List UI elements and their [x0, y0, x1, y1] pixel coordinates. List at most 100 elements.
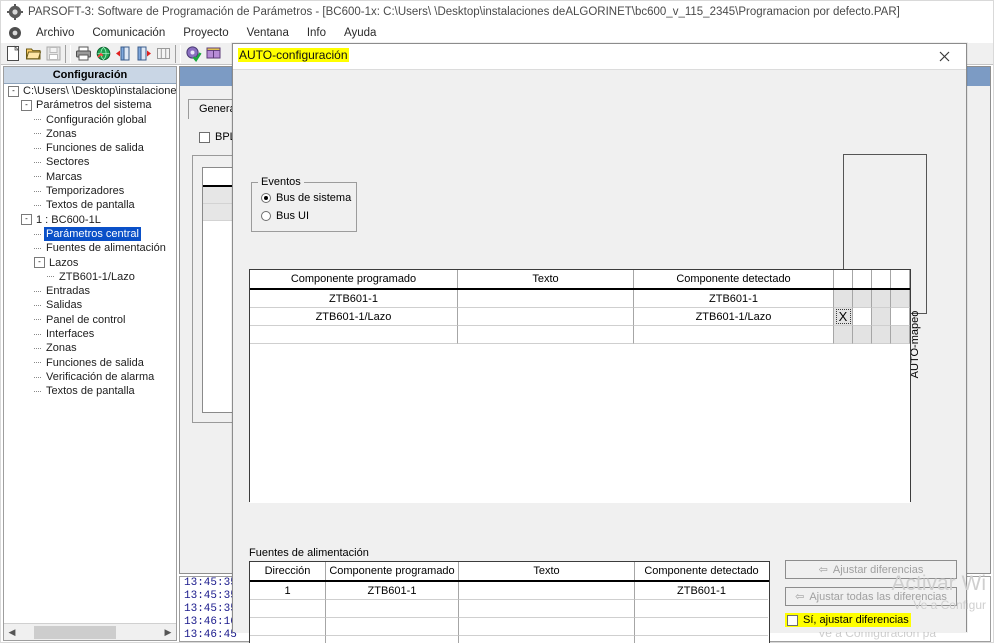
tree-item-21[interactable]: Textos de pantalla — [4, 384, 176, 398]
scroll-right-icon[interactable]: ▶ — [160, 625, 176, 640]
radio-bus-ui-indicator[interactable] — [261, 211, 271, 221]
tree-expander-icon[interactable]: - — [21, 99, 32, 111]
tree-item-13[interactable]: ZTB601-1/Lazo — [4, 270, 176, 284]
app-gear-icon — [7, 4, 23, 20]
tree-horizontal-scrollbar[interactable]: ◀ ▶ — [4, 623, 176, 640]
checkbox-cell-4[interactable] — [891, 326, 910, 344]
window-title: PARSOFT-3: Software de Programación de P… — [28, 6, 900, 18]
document-gear-icon — [9, 27, 21, 39]
cell-texto[interactable] — [458, 290, 634, 308]
fuentes-header-row: Dirección Componente programado Texto Co… — [250, 562, 769, 582]
cell-texto[interactable] — [458, 308, 634, 326]
col-fuentes-texto: Texto — [459, 562, 635, 580]
checkbox-cell-2[interactable] — [853, 308, 872, 326]
menu-proyecto[interactable]: Proyecto — [174, 25, 237, 41]
cell-programado[interactable]: ZTB601-1 — [250, 290, 458, 308]
tree-expander-icon[interactable]: - — [8, 85, 19, 97]
tree-item-17[interactable]: Interfaces — [4, 327, 176, 341]
menu-comunicacion[interactable]: Comunicación — [83, 25, 174, 41]
radio-bus-de-sistema[interactable]: Bus de sistema — [261, 192, 351, 204]
cell-texto[interactable] — [458, 326, 634, 344]
radio-bus-de-sistema-indicator[interactable] — [261, 193, 271, 203]
menu-ventana[interactable]: Ventana — [238, 25, 298, 41]
new-file-icon[interactable] — [3, 44, 23, 64]
columns-icon[interactable] — [153, 44, 173, 64]
components-grid[interactable]: Componente programado Texto Componente d… — [249, 269, 911, 503]
table-row[interactable]: ZTB601-1 ZTB601-1 — [250, 290, 910, 308]
cell-programado[interactable]: ZTB601-1/Lazo — [250, 308, 458, 326]
cell-programado[interactable]: ZTB601-1 — [326, 582, 459, 600]
table-row[interactable]: 1 ZTB601-1 ZTB601-1 — [250, 582, 769, 600]
adjust-all-differences-button[interactable]: ⇦ Ajustar todas las diferencias — [785, 587, 957, 606]
tree-item-19[interactable]: Funciones de salida — [4, 356, 176, 370]
tree-item-10[interactable]: Parámetros central — [4, 226, 176, 242]
menu-archivo[interactable]: Archivo — [27, 25, 83, 41]
checkbox-x-icon[interactable]: X — [835, 309, 851, 324]
checkbox-cell-3[interactable] — [872, 290, 891, 308]
checkbox-cell-3[interactable] — [872, 326, 891, 344]
adjust-differences-button[interactable]: ⇦ Ajustar diferencias — [785, 560, 957, 579]
checkbox-cell-3[interactable] — [872, 308, 891, 326]
tree-items-container[interactable]: - C:\Users\ \Desktop\instalacione - Parámet… — [4, 84, 176, 622]
components-grid-rows: ZTB601-1 ZTB601-1 ZTB601-1/Lazo ZTB601-1/La… — [250, 290, 910, 344]
save-icon[interactable] — [43, 44, 63, 64]
tree-expander-icon[interactable]: - — [21, 214, 32, 226]
bpl-checkbox[interactable] — [199, 131, 210, 143]
tree-item-8[interactable]: Textos de pantalla — [4, 198, 176, 212]
cell-direccion[interactable]: 1 — [250, 582, 326, 600]
cell-detectado[interactable] — [634, 326, 834, 344]
close-icon[interactable] — [922, 44, 966, 68]
tree-item-5[interactable]: Sectores — [4, 155, 176, 169]
tree-item-1[interactable]: - Parámetros del sistema — [4, 98, 176, 112]
open-folder-icon[interactable] — [23, 44, 43, 64]
checkbox-cell-1[interactable] — [834, 290, 853, 308]
checkbox-cell-1[interactable]: X — [834, 308, 853, 326]
tree-item-4[interactable]: Funciones de salida — [4, 141, 176, 155]
cell-detectado[interactable]: ZTB601-1 — [634, 290, 834, 308]
menu-info[interactable]: Info — [298, 25, 335, 41]
checkbox-cell-2[interactable] — [853, 290, 872, 308]
checkbox-cell-4[interactable] — [891, 308, 910, 326]
tree-item-20[interactable]: Verificación de alarma — [4, 370, 176, 384]
dialog-title: AUTO-configuración — [238, 48, 349, 62]
tree-item-9[interactable]: -1 : BC600-1L — [4, 213, 176, 227]
tree-item-16[interactable]: Panel de control — [4, 313, 176, 327]
bpl-checkbox-row[interactable]: BPL — [199, 131, 236, 143]
settings-check-icon[interactable] — [183, 44, 203, 64]
checkbox-cell-2[interactable] — [853, 326, 872, 344]
tree-item-0[interactable]: - C:\Users\ \Desktop\instalacione — [4, 84, 176, 98]
col-check-2 — [853, 270, 872, 288]
cell-detectado[interactable]: ZTB601-1 — [635, 582, 768, 600]
tree-item-label: Parámetros del sistema — [36, 99, 152, 112]
checkbox-cell-4[interactable] — [891, 290, 910, 308]
cell-detectado[interactable]: ZTB601-1/Lazo — [634, 308, 834, 326]
tree-item-7[interactable]: Temporizadores — [4, 184, 176, 198]
tree-item-2[interactable]: Configuración global — [4, 113, 176, 127]
refresh-globe-icon[interactable] — [93, 44, 113, 64]
tree-item-15[interactable]: Salidas — [4, 298, 176, 312]
tree-expander-icon[interactable]: - — [34, 257, 45, 269]
import-icon[interactable] — [113, 44, 133, 64]
print-icon[interactable] — [73, 44, 93, 64]
tree-item-14[interactable]: Entradas — [4, 284, 176, 298]
window-titlebar: PARSOFT-3: Software de Programación de P… — [1, 1, 993, 23]
tree-item-12[interactable]: - Lazos — [4, 256, 176, 270]
dialog-titlebar: AUTO-configuración — [233, 44, 966, 70]
tree-item-18[interactable]: Zonas — [4, 341, 176, 355]
scroll-left-icon[interactable]: ◀ — [4, 625, 20, 640]
table-row[interactable] — [250, 326, 910, 344]
scrollbar-thumb[interactable] — [34, 625, 116, 639]
cell-texto[interactable] — [459, 582, 635, 600]
tree-item-11[interactable]: Fuentes de alimentación — [4, 241, 176, 255]
book-icon[interactable] — [203, 44, 223, 64]
scrollbar-track[interactable] — [20, 624, 160, 640]
menu-ayuda[interactable]: Ayuda — [335, 25, 385, 41]
table-row[interactable]: ZTB601-1/Lazo ZTB601-1/Lazo X — [250, 308, 910, 326]
tree-connector — [34, 133, 41, 135]
export-icon[interactable] — [133, 44, 153, 64]
radio-bus-ui[interactable]: Bus UI — [261, 210, 309, 222]
tree-item-6[interactable]: Marcas — [4, 170, 176, 184]
tree-item-3[interactable]: Zonas — [4, 127, 176, 141]
cell-programado[interactable] — [250, 326, 458, 344]
checkbox-cell-1[interactable] — [834, 326, 853, 344]
